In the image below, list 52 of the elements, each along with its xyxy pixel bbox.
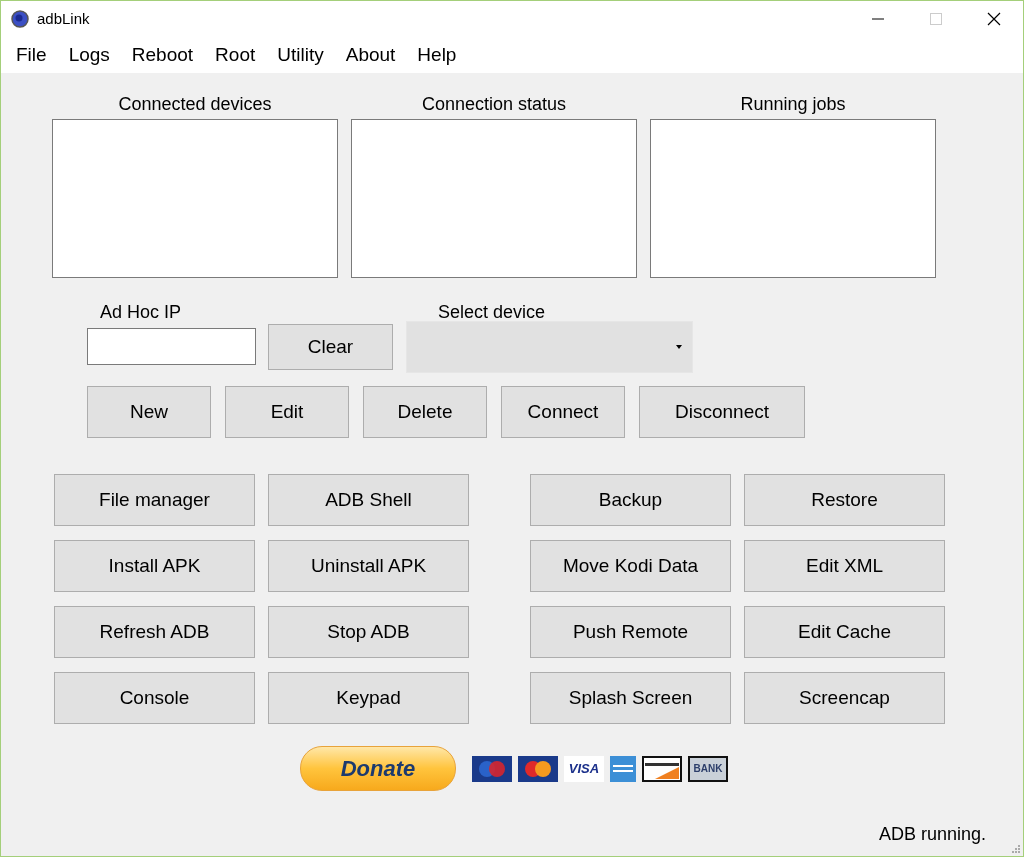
app-logo-icon [11, 10, 29, 28]
action-button[interactable]: File manager [54, 474, 255, 526]
device-action-button[interactable]: Delete [363, 386, 487, 438]
action-button[interactable]: Keypad [268, 672, 469, 724]
action-button[interactable]: Console [54, 672, 255, 724]
discover-card-icon [642, 755, 682, 782]
caret-icon [676, 345, 682, 349]
action-button[interactable]: Push Remote [530, 606, 731, 658]
menu-item[interactable]: Help [406, 40, 468, 70]
window-title: adbLink [37, 8, 90, 29]
action-button[interactable]: Restore [744, 474, 945, 526]
device-action-button[interactable]: New [87, 386, 211, 438]
donate-button[interactable]: Donate [300, 746, 456, 791]
device-action-button[interactable]: Connect [501, 386, 625, 438]
menu-item[interactable]: Logs [57, 40, 121, 70]
device-action-button[interactable]: Disconnect [639, 386, 805, 438]
list-box[interactable] [52, 119, 338, 278]
status-text: ADB running. [878, 823, 986, 846]
field-label: Select device [438, 301, 547, 324]
panel-title: Running jobs [739, 93, 847, 116]
menu-item[interactable]: About [334, 40, 407, 70]
amex-card-icon [610, 755, 636, 782]
action-button[interactable]: Stop ADB [268, 606, 469, 658]
menu-item[interactable]: File [5, 40, 58, 70]
list-box[interactable] [650, 119, 936, 278]
menu-item[interactable]: Root [204, 40, 267, 70]
device-dropdown[interactable] [406, 321, 693, 373]
payment-card-logo: BANK [688, 755, 728, 782]
ip-input-field[interactable] [87, 328, 256, 365]
device-action-button[interactable]: Edit [225, 386, 349, 438]
action-button[interactable]: Move Kodi Data [530, 540, 731, 592]
action-button[interactable]: Edit XML [744, 540, 945, 592]
close-icon[interactable] [987, 12, 1001, 26]
action-button[interactable]: Edit Cache [744, 606, 945, 658]
panel-title: Connected devices [117, 93, 273, 116]
action-button[interactable]: Splash Screen [530, 672, 731, 724]
payment-card-logo: VISA [564, 755, 604, 782]
mastercard-card-icon [518, 755, 558, 782]
action-button[interactable]: Refresh ADB [54, 606, 255, 658]
action-button[interactable]: Install APK [54, 540, 255, 592]
action-button[interactable]: Backup [530, 474, 731, 526]
field-label: Ad Hoc IP [100, 301, 183, 324]
panel-title: Connection status [420, 93, 568, 116]
resize-grip-icon [1012, 845, 1020, 853]
action-button[interactable]: Screencap [744, 672, 945, 724]
list-box[interactable] [351, 119, 637, 278]
clear-button[interactable]: Clear [268, 324, 393, 370]
maestro-card-icon [472, 755, 512, 782]
action-button[interactable]: ADB Shell [268, 474, 469, 526]
menu-item[interactable]: Utility [266, 40, 335, 70]
menu-item[interactable]: Reboot [120, 40, 205, 70]
action-button[interactable]: Uninstall APK [268, 540, 469, 592]
